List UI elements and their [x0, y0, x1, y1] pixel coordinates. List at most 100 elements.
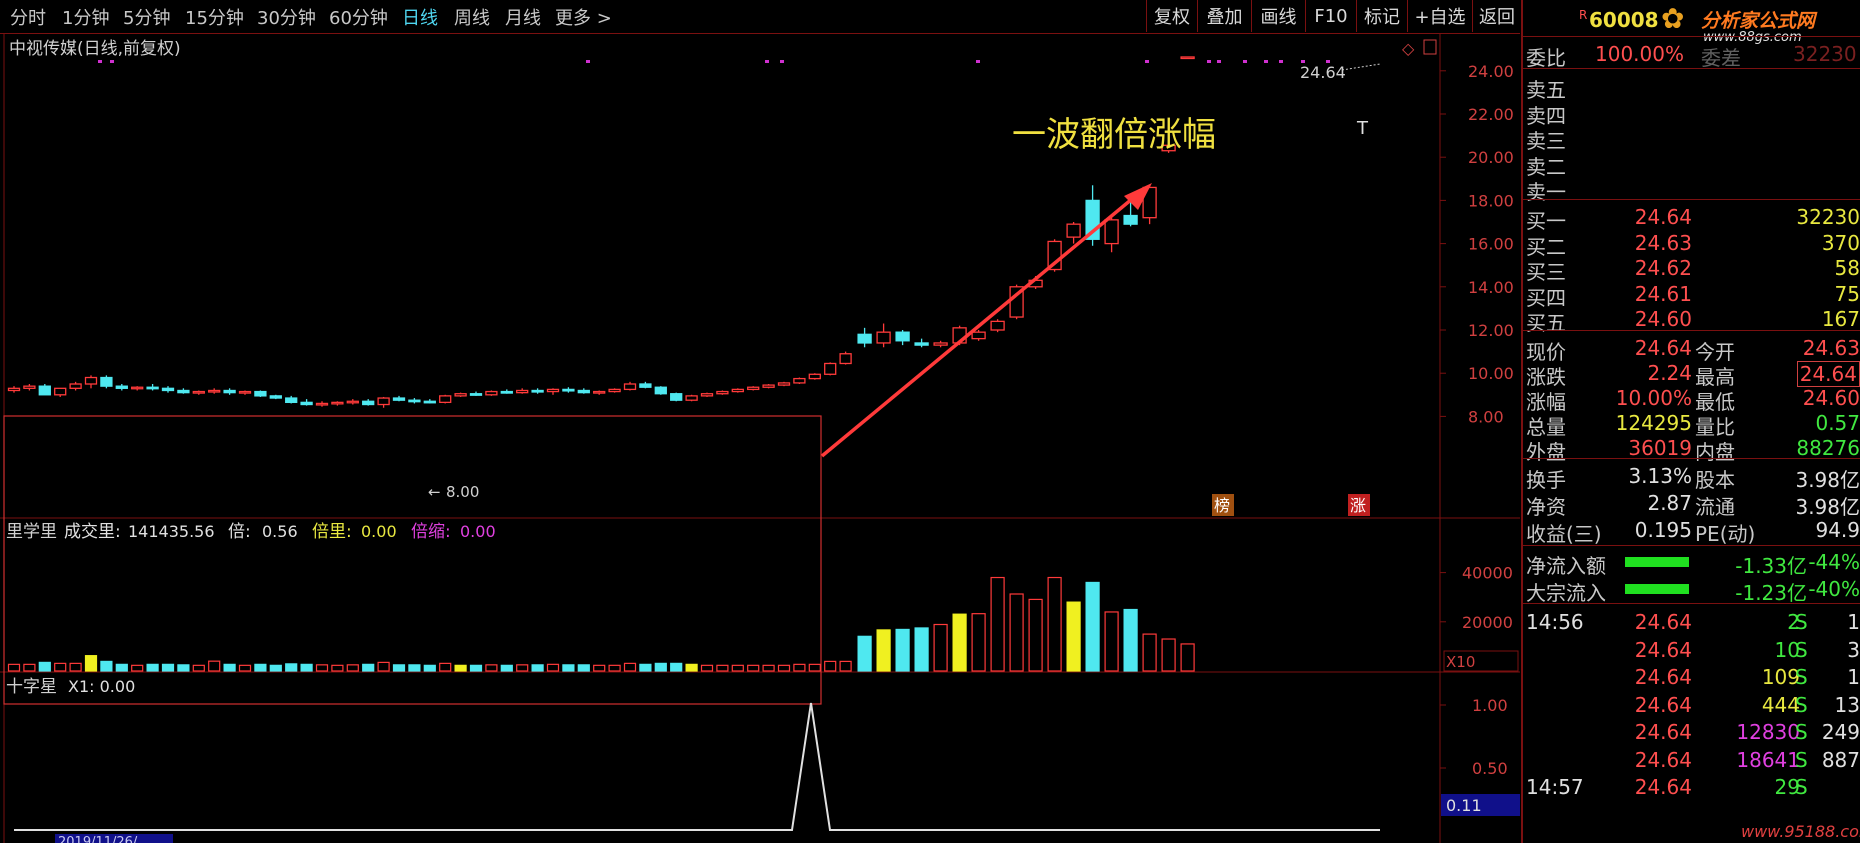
tick-count: 887 [1821, 747, 1860, 772]
volume-bar [300, 663, 313, 672]
draw-line-button[interactable]: 画线 [1251, 0, 1305, 32]
volume-bar [857, 635, 872, 672]
volume-bar [1104, 611, 1119, 672]
volume-legend: 成交里: 141435.56 倍: 0.56 倍里: 0.00 倍缩: 0.00 [64, 522, 496, 542]
volume-bar [115, 663, 128, 672]
period-tab-weekly[interactable]: 周线 [454, 4, 490, 30]
volume-bar [377, 661, 390, 672]
period-tab-30min[interactable]: 30分钟 [257, 4, 316, 30]
candle-body [654, 386, 667, 395]
volume-bar [1009, 593, 1024, 672]
candle-body [639, 383, 652, 388]
tick-row: 24.64 109 S 1 [1523, 663, 1860, 692]
quote-value: 124295 [1615, 411, 1692, 435]
volume-bar [577, 664, 590, 672]
volume-bar [346, 664, 359, 672]
candle-body [315, 402, 329, 406]
candle-body [392, 397, 406, 401]
f10-button[interactable]: F10 [1305, 0, 1356, 32]
volume-bar [392, 664, 406, 672]
candle-body [762, 384, 775, 388]
volume-bar [793, 663, 806, 672]
volume-bar [1085, 581, 1100, 672]
volume-bar [100, 660, 113, 672]
candle-body [223, 389, 236, 394]
price-tick-label: 8.00 [1468, 407, 1504, 426]
volume-bar [454, 664, 467, 672]
mark-button[interactable]: 标记 [1356, 0, 1407, 32]
candle-body [857, 333, 872, 344]
volume-bar [685, 663, 698, 672]
flow-label: 大宗流入 [1526, 581, 1606, 605]
period-tab-more[interactable]: 更多 > [555, 4, 612, 30]
volume-bar [623, 662, 637, 672]
volume-legend-label: 倍缩: [411, 522, 451, 542]
candle-body [562, 388, 575, 392]
flow-bar [1625, 584, 1689, 594]
tick-side: S [1795, 720, 1808, 744]
period-tab-fenshi[interactable]: 分时 [10, 4, 46, 30]
candle-body [1123, 214, 1138, 225]
volume-bar [362, 663, 375, 672]
candle-body [408, 399, 421, 403]
tick-volume: 12830 [1736, 720, 1800, 744]
last-price-label: 24.64 [1300, 63, 1346, 82]
volume-bar [269, 664, 282, 672]
volume-bar [808, 663, 821, 672]
buy-level-price: 24.62 [1634, 256, 1692, 280]
doji-legend: X1: 0.00 [68, 677, 135, 696]
period-tab-1min[interactable]: 1分钟 [62, 4, 109, 30]
buy-level-price: 24.64 [1634, 205, 1692, 229]
volume-bar [762, 664, 775, 672]
candle-body [469, 393, 483, 396]
volume-bar [593, 664, 606, 672]
restore-rights-button[interactable]: 复权 [1146, 0, 1197, 32]
candle-body [1180, 56, 1195, 60]
signal-marker [586, 60, 590, 63]
volume-bar [1066, 601, 1081, 672]
candle-body [716, 390, 729, 395]
top-marker: T [1356, 118, 1369, 139]
tick-row: 14:57 24.64 29 S [1523, 773, 1860, 802]
candle-body [454, 393, 467, 397]
candle-body [254, 390, 267, 397]
tick-count: 1 [1847, 665, 1860, 689]
kline-chart[interactable]: 中视传媒(日线,前复权) ◇ 24.00 22.00 20.00 18.00 16.00… [0, 34, 1520, 843]
buy-level-volume: 32230 [1796, 205, 1860, 229]
quote-value: 36019 [1628, 436, 1692, 460]
period-tab-60min[interactable]: 60分钟 [329, 4, 388, 30]
quote-value: 24.64 [1634, 336, 1692, 360]
add-watchlist-button[interactable]: +自选 [1407, 0, 1472, 32]
tick-price: 24.64 [1634, 665, 1692, 689]
candle-body [824, 362, 837, 375]
weibi-label: 委比 [1526, 46, 1566, 70]
diamond-icon[interactable]: ◇ [1402, 39, 1415, 58]
doji-tick-label: 1.00 [1472, 696, 1508, 715]
volume-bar [608, 664, 621, 672]
code-prefix: R [1579, 8, 1588, 22]
tick-count: 13 [1834, 692, 1860, 717]
window-toggle-icon[interactable] [1423, 39, 1437, 55]
candlestick-series [7, 56, 1195, 408]
volume-bar [238, 664, 252, 672]
period-toolbar: 分时 1分钟 5分钟 15分钟 30分钟 60分钟 日线 周线 月线 更多 > … [0, 0, 1520, 34]
overlay-button[interactable]: 叠加 [1197, 0, 1251, 32]
back-button[interactable]: 返回 [1472, 0, 1521, 32]
period-tab-monthly[interactable]: 月线 [505, 4, 541, 30]
volume-bar [700, 664, 714, 672]
price-tick-label: 24.00 [1468, 62, 1514, 81]
candle-body [608, 388, 621, 393]
volume-bar [731, 664, 744, 672]
volume-bar [952, 613, 967, 672]
selection-box [3, 415, 822, 705]
signal-marker [780, 60, 784, 63]
volume-tick-label: 20000 [1462, 613, 1513, 632]
candle-body [7, 387, 21, 392]
period-tab-15min[interactable]: 15分钟 [185, 4, 244, 30]
period-tab-5min[interactable]: 5分钟 [123, 4, 170, 30]
quote-value: 2.24 [1647, 361, 1692, 385]
tick-price: 24.64 [1634, 692, 1692, 717]
buy-level-price: 24.61 [1634, 281, 1692, 306]
period-tab-daily[interactable]: 日线 [402, 4, 438, 30]
volume-bar [716, 664, 729, 672]
